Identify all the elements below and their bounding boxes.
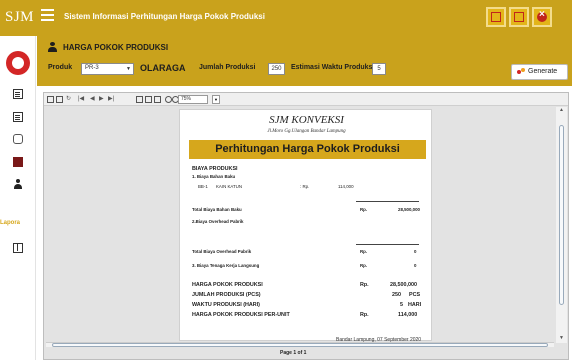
user-menu-button[interactable]: [509, 7, 529, 27]
tenaga-kerja-currency: Rp.: [360, 263, 368, 268]
total-overhead-value: 0: [414, 249, 417, 254]
hamburger-menu-icon[interactable]: [41, 9, 54, 21]
last-page-icon[interactable]: ▶|: [108, 95, 114, 102]
waktu-produksi-unit: HARI: [408, 302, 422, 308]
app-logo[interactable]: SJM: [5, 9, 34, 26]
total-divider: [356, 201, 419, 202]
total-overhead-currency: Rp.: [360, 249, 368, 254]
zoom-select[interactable]: 75%: [178, 95, 208, 104]
brand-logo: [6, 51, 30, 75]
overhead-divider: [356, 244, 419, 245]
bahan-code: BB-1: [198, 184, 208, 189]
zoom-dropdown-icon[interactable]: ▼: [212, 95, 220, 104]
report-title-banner: Perhitungan Harga Pokok Produksi: [189, 140, 426, 159]
sidebar-label-laporan: Lapora: [0, 220, 21, 226]
biaya-produksi-heading: BIAYA PRODUKSI: [192, 166, 238, 172]
sidebar: Lapora: [0, 36, 36, 360]
panel-header: HARGA POKOK PRODUKSI Produk PR-3 ▼ OLARA…: [37, 36, 572, 86]
company-address: Jl.Moro Gg.Ulangan Bandar Lampung: [267, 129, 346, 134]
tenaga-kerja-label: 3. Biaya Tenaga Kerja Langsung: [192, 263, 260, 268]
estimasi-waktu-label: Estimasi Waktu Produksi: [291, 64, 375, 71]
bahan-currency: : Rp.: [300, 184, 310, 189]
scroll-down-icon[interactable]: ▼: [559, 335, 564, 341]
fit-page-icon[interactable]: [145, 96, 152, 103]
report-viewer: ↻ |◀ ◀ ▶ ▶| 75% ▼ SJM KONVEKSI Jl.Moro G…: [43, 92, 569, 360]
hpp-label: HARGA POKOK PRODUKSI: [192, 282, 263, 288]
produk-select[interactable]: PR-3 ▼: [81, 63, 134, 75]
jumlah-produksi-unit: PCS: [409, 292, 421, 298]
vertical-scrollbar[interactable]: ▲ ▼: [556, 107, 567, 343]
hpp-currency: Rp.: [360, 282, 369, 288]
page-indicator: Page 1 of 1: [280, 350, 307, 356]
report-page: SJM KONVEKSI Jl.Moro Gg.Ulangan Bandar L…: [179, 109, 432, 343]
produk-name: OLARAGA: [140, 63, 186, 73]
bahan-amount: 114,000: [338, 184, 354, 189]
refresh-icon[interactable]: ↻: [66, 95, 71, 102]
horizontal-scrollbar[interactable]: [46, 342, 554, 347]
sitemap-icon[interactable]: [13, 134, 23, 144]
produk-select-value: PR-3: [85, 65, 99, 71]
jumlah-produksi-value: 250: [392, 292, 401, 298]
hpp-per-unit-currency: Rp.: [360, 312, 369, 318]
waktu-produksi-label: WAKTU PRODUKSI (HARI): [192, 302, 260, 308]
prev-page-icon[interactable]: ◀: [90, 95, 95, 102]
estimasi-waktu-input[interactable]: 5: [372, 63, 386, 75]
total-bahan-label: Total Biaya Bahan Baku: [192, 207, 242, 212]
notification-button[interactable]: [486, 7, 506, 27]
close-button[interactable]: [532, 7, 552, 27]
document-icon[interactable]: [13, 89, 23, 99]
first-page-icon[interactable]: |◀: [78, 95, 84, 102]
generate-button[interactable]: Generate: [511, 64, 568, 80]
zoom-in-icon[interactable]: [165, 96, 172, 103]
company-name: SJM KONVEKSI: [269, 114, 344, 126]
vertical-scroll-thumb[interactable]: [559, 125, 564, 305]
waktu-produksi-value: 5: [400, 302, 403, 308]
hpp-per-unit-value: 114,000: [398, 312, 418, 318]
scroll-up-icon[interactable]: ▲: [559, 107, 564, 113]
horizontal-scroll-thumb[interactable]: [52, 343, 548, 347]
generate-label: Generate: [528, 68, 558, 75]
overhead-heading: 2.Biaya Overhead Pabrik: [192, 219, 244, 224]
viewer-toolbar: ↻ |◀ ◀ ▶ ▶| 75% ▼: [44, 93, 568, 106]
total-overhead-label: Total Biaya Overhead Pabrik: [192, 249, 252, 254]
close-icon: [537, 9, 547, 22]
jumlah-produksi-row-label: JUMLAH PRODUKSI (PCS): [192, 292, 261, 298]
table-icon[interactable]: [13, 243, 23, 253]
box-icon[interactable]: [13, 157, 23, 167]
bahan-name: KAIN KATUN: [216, 184, 243, 189]
total-bahan-value: 28,500,000: [398, 207, 420, 212]
print-icon[interactable]: [56, 96, 63, 103]
fit-width-icon[interactable]: [154, 96, 161, 103]
user-icon: [48, 42, 57, 52]
jumlah-produksi-label: Jumlah Produksi: [199, 64, 256, 71]
hpp-per-unit-label: HARGA POKOK PRODUKSI PER-UNIT: [192, 312, 290, 318]
generate-icon: [517, 68, 525, 76]
report-list-icon[interactable]: [13, 112, 23, 122]
page-view-icon[interactable]: [136, 96, 143, 103]
hpp-value: 28,500,000: [390, 282, 417, 288]
save-icon[interactable]: [47, 96, 54, 103]
user-icon: [514, 12, 524, 22]
section-title: HARGA POKOK PRODUKSI: [63, 43, 169, 52]
tenaga-kerja-value: 0: [414, 263, 417, 268]
total-bahan-currency: Rp.: [360, 207, 368, 212]
chevron-down-icon: ▼: [126, 66, 131, 72]
jumlah-produksi-input[interactable]: 250: [268, 63, 285, 75]
person-icon[interactable]: [13, 179, 23, 189]
bahan-baku-heading: 1. Biaya Bahan Baku: [192, 174, 236, 179]
top-bar: SJM Sistem Informasi Perhitungan Harga P…: [0, 0, 572, 36]
bell-icon: [491, 12, 501, 22]
produk-label: Produk: [48, 64, 73, 71]
report-title: Perhitungan Harga Pokok Produksi: [215, 143, 400, 155]
next-page-icon[interactable]: ▶: [99, 95, 104, 102]
app-title: Sistem Informasi Perhitungan Harga Pokok…: [64, 12, 265, 21]
